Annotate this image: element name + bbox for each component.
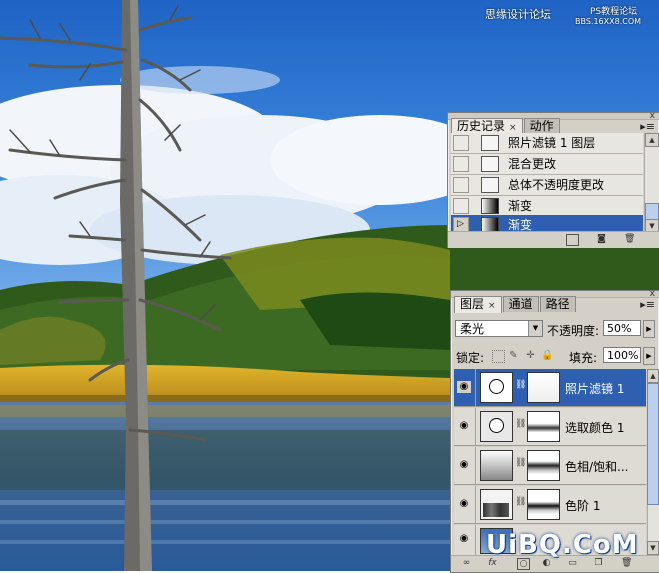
row-divider — [475, 369, 476, 406]
fill-input[interactable]: 100% — [603, 347, 641, 363]
watermark-bottom: UiBQ.CoM — [486, 530, 639, 560]
row-divider — [475, 408, 476, 445]
tab-channels-label: 通道 — [508, 297, 533, 311]
history-item[interactable]: 渐变 — [451, 196, 643, 217]
layer-row[interactable]: ◉ ⛓ 选取颜色 1 — [454, 408, 646, 446]
lock-position-icon[interactable]: ✛ — [525, 350, 536, 361]
layer-name[interactable]: 色阶 1 — [565, 497, 600, 514]
link-icon[interactable]: ⛓ — [515, 380, 526, 390]
history-footer: ◙ 🗑 — [448, 231, 659, 248]
history-snapshot-checkbox[interactable] — [453, 198, 469, 214]
tab-layers[interactable]: 图层 × — [454, 296, 502, 313]
row-divider — [475, 447, 476, 484]
watermark-top: 思缘设计论坛 — [485, 8, 551, 21]
eye-icon[interactable]: ◉ — [457, 381, 471, 393]
layer-mask-thumbnail[interactable] — [527, 489, 560, 520]
history-scrollbar[interactable]: ▲ ▼ — [644, 133, 659, 233]
eye-icon[interactable]: ◉ — [457, 459, 471, 471]
history-item-label: 照片滤镜 1 图层 — [508, 136, 596, 150]
tab-actions[interactable]: 动作 — [523, 118, 560, 134]
layer-row-selected[interactable]: ◉ ⛓ 照片滤镜 1 — [454, 369, 646, 407]
history-item-label: 渐变 — [508, 199, 533, 213]
photo-filter-icon — [480, 372, 513, 403]
history-snapshot-checkbox[interactable] — [453, 135, 469, 151]
panel-close-icon[interactable]: x — [650, 112, 655, 121]
tab-close-icon[interactable]: × — [488, 301, 496, 311]
tab-close-icon[interactable]: × — [509, 123, 517, 133]
watermark-top-right: PS教程论坛 — [590, 7, 638, 17]
layer-name[interactable]: 选取颜色 1 — [565, 419, 624, 436]
layer-name[interactable]: 色相/饱和... — [565, 458, 629, 475]
chevron-down-icon[interactable]: ▼ — [528, 321, 542, 336]
panel-menu-icon[interactable]: ▸≡ — [640, 298, 655, 311]
blend-mode-select[interactable]: 柔光 ▼ — [455, 320, 543, 337]
panel-menu-icon[interactable]: ▸≡ — [640, 120, 655, 133]
layer-mask-thumbnail[interactable] — [527, 372, 560, 403]
layer-mask-thumbnail[interactable] — [527, 450, 560, 481]
tab-history-label: 历史记录 — [457, 119, 506, 133]
history-snapshot-checkbox[interactable] — [453, 156, 469, 172]
gradient-icon — [481, 198, 499, 214]
layer-row[interactable]: ◉ ⛓ 色阶 1 — [454, 486, 646, 524]
link-icon[interactable]: ⛓ — [515, 419, 526, 429]
opacity-slider-icon[interactable]: ▶ — [643, 320, 655, 338]
layers-tabs: 图层 × 通道 路径 — [454, 296, 577, 313]
panel-close-icon[interactable]: x — [650, 290, 655, 299]
document-icon — [481, 156, 499, 172]
lock-all-icon[interactable]: 🔒 — [541, 350, 553, 361]
eye-icon[interactable]: ◉ — [457, 533, 471, 545]
tab-channels[interactable]: 通道 — [502, 296, 539, 312]
document-icon — [481, 177, 499, 193]
link-icon[interactable]: ∞ — [461, 558, 472, 568]
scroll-up-icon[interactable]: ▲ — [645, 133, 659, 147]
blend-mode-value: 柔光 — [460, 322, 485, 336]
scroll-down-icon[interactable]: ▼ — [647, 541, 659, 555]
tab-layers-label: 图层 — [460, 297, 485, 311]
layer-name[interactable]: 照片滤镜 1 — [565, 380, 624, 397]
camera-icon[interactable]: ◙ — [596, 234, 607, 244]
tab-paths-label: 路径 — [545, 297, 570, 311]
history-brush-icon: ▷ — [457, 219, 464, 229]
trash-icon[interactable]: 🗑 — [624, 234, 635, 244]
opacity-input[interactable]: 50% — [603, 320, 641, 336]
fill-slider-icon[interactable]: ▶ — [643, 347, 655, 365]
link-icon[interactable]: ⛓ — [515, 497, 526, 507]
history-item[interactable]: 照片滤镜 1 图层 — [451, 133, 643, 154]
layer-row[interactable]: ◉ ⛓ 色相/饱和... — [454, 447, 646, 485]
document-icon — [481, 135, 499, 151]
history-panel: x 历史记录 × 动作 ▸≡ 照片滤镜 1 图层 混合更改 总体不透明度更改 渐变… — [447, 112, 659, 248]
lock-transparency-icon[interactable] — [492, 350, 505, 363]
history-item[interactable]: 总体不透明度更改 — [451, 175, 643, 196]
hue-saturation-icon — [480, 450, 513, 481]
levels-icon — [480, 489, 513, 520]
fill-label: 填充: — [569, 351, 598, 365]
scroll-thumb[interactable] — [647, 383, 659, 505]
history-item-label: 混合更改 — [508, 157, 557, 171]
row-divider — [475, 525, 476, 555]
history-item-label: 总体不透明度更改 — [508, 178, 605, 192]
history-snapshot-checkbox[interactable] — [453, 177, 469, 193]
row-divider — [475, 486, 476, 523]
tab-actions-label: 动作 — [529, 119, 554, 133]
lock-label: 锁定: — [456, 351, 485, 365]
scroll-up-icon[interactable]: ▲ — [647, 369, 659, 383]
layer-mask-thumbnail[interactable] — [527, 411, 560, 442]
selective-color-icon — [480, 411, 513, 442]
opacity-label: 不透明度: — [547, 324, 600, 338]
lock-pixels-icon[interactable]: ✎ — [508, 350, 519, 361]
eye-icon[interactable]: ◉ — [457, 420, 471, 432]
new-document-from-state-icon[interactable] — [566, 234, 579, 246]
link-icon[interactable]: ⛓ — [515, 458, 526, 468]
layers-scrollbar[interactable]: ▲ ▼ — [647, 369, 659, 555]
tab-paths[interactable]: 路径 — [539, 296, 576, 312]
eye-icon[interactable]: ◉ — [457, 498, 471, 510]
watermark-url: BBS.16XX8.COM — [575, 17, 642, 26]
history-item[interactable]: 混合更改 — [451, 154, 643, 175]
